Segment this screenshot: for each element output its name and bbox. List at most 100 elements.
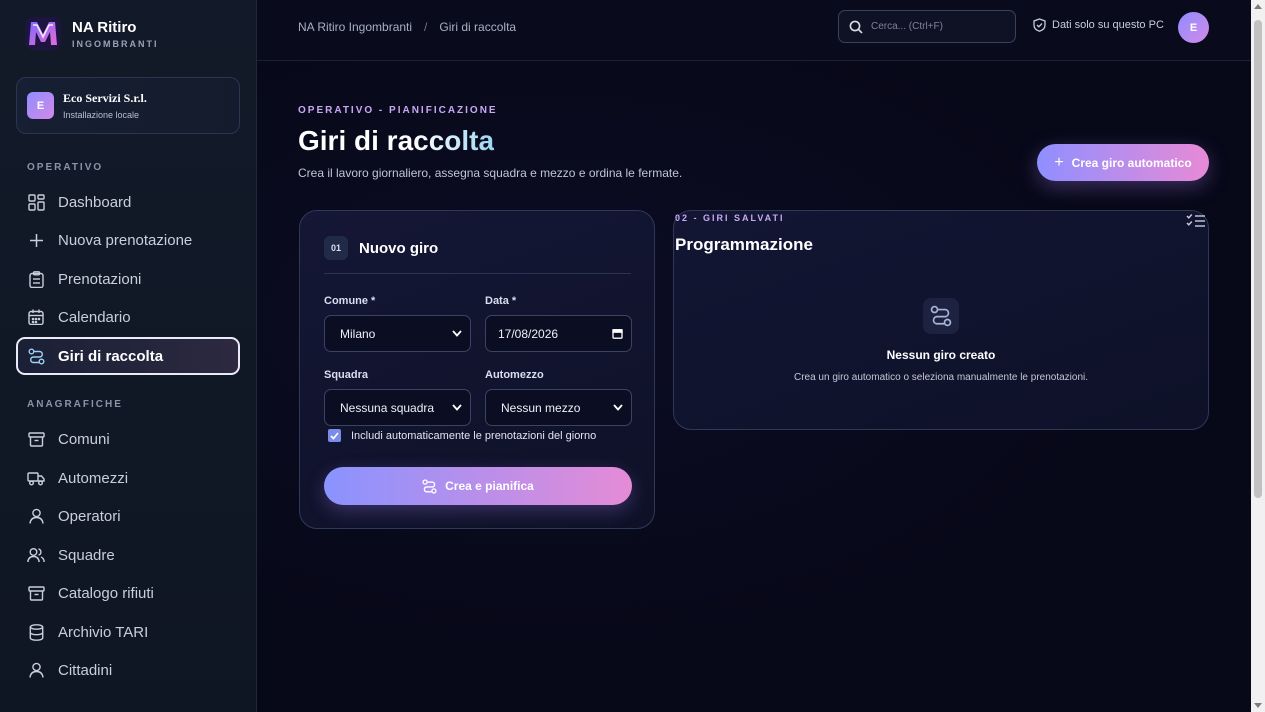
new-route-title: Nuovo giro xyxy=(359,239,439,257)
card-divider xyxy=(324,273,631,274)
brand-logo-icon xyxy=(25,17,61,50)
automezzo-select[interactable]: Nessun mezzo xyxy=(485,389,632,426)
breadcrumb-item-home[interactable]: NA Ritiro Ingombranti xyxy=(298,20,412,34)
automezzo-value: Nessun mezzo xyxy=(501,400,581,415)
search-box[interactable] xyxy=(838,10,1016,43)
squadra-value: Nessuna squadra xyxy=(340,400,435,415)
breadcrumb-separator: / xyxy=(424,20,428,34)
scroll-thumb[interactable] xyxy=(1254,20,1262,498)
search-input[interactable] xyxy=(871,21,1011,32)
sidebar-item-label: Nuova prenotazione xyxy=(58,231,193,249)
squadra-label: Squadra xyxy=(324,369,369,381)
sidebar-item-label: Comuni xyxy=(58,430,110,448)
create-and-plan-label: Crea e pianifica xyxy=(445,479,534,493)
sidebar-item-label: Dashboard xyxy=(58,193,132,211)
sidebar-item-giri-di-raccolta[interactable]: Giri di raccolta xyxy=(16,337,240,375)
calendar-icon xyxy=(27,308,45,326)
empty-route-icon xyxy=(923,298,959,334)
sidebar-item-label: Archivio TARI xyxy=(58,623,149,641)
plus-icon xyxy=(27,231,45,249)
sidebar-item-archivio-tari[interactable]: Archivio TARI xyxy=(16,613,240,651)
include-bookings-option[interactable]: Includi automaticamente le prenotazioni … xyxy=(328,429,596,442)
sidebar-item-label: Calendario xyxy=(58,308,131,326)
list-check-icon[interactable] xyxy=(1186,213,1206,234)
sidebar-item-label: Catalogo rifiuti xyxy=(58,584,154,602)
page-title: Giri di raccolta xyxy=(298,125,495,156)
archive-icon xyxy=(27,584,45,602)
local-data-indicator: Dati solo su questo PC xyxy=(1033,18,1164,32)
clipboard-icon xyxy=(27,270,45,288)
chevron-down-icon xyxy=(452,404,462,411)
scroll-up-icon[interactable] xyxy=(1254,4,1262,9)
main-content: OPERATIVO - PIANIFICAZIONE Giri di racco… xyxy=(257,61,1251,712)
comune-value: Milano xyxy=(340,326,376,341)
include-bookings-checkbox[interactable] xyxy=(328,429,341,442)
page-eyebrow: OPERATIVO - PIANIFICAZIONE xyxy=(298,105,498,116)
section-anagrafiche: ANAGRAFICHE xyxy=(27,399,123,410)
dashboard-icon xyxy=(27,193,45,211)
squadra-select[interactable]: Nessuna squadra xyxy=(324,389,471,426)
org-subtitle: Installazione locale xyxy=(63,110,140,120)
search-icon xyxy=(849,20,863,34)
org-avatar: E xyxy=(27,92,54,119)
new-route-card: 01 Nuovo giro Comune * Milano Data * 17/… xyxy=(299,210,655,529)
sidebar-item-automezzi[interactable]: Automezzi xyxy=(16,459,240,497)
sidebar-item-nuova-prenotazione[interactable]: Nuova prenotazione xyxy=(16,221,240,259)
shield-check-icon xyxy=(1033,18,1046,32)
calendar-icon xyxy=(612,328,623,339)
user-icon xyxy=(27,507,45,525)
sidebar-item-label: Cittadini xyxy=(58,661,113,679)
breadcrumb: NA Ritiro Ingombranti / Giri di raccolta xyxy=(298,20,516,34)
step-number-badge: 01 xyxy=(324,236,348,260)
sidebar: NA Ritiro INGOMBRANTI E Eco Servizi S.r.… xyxy=(0,0,257,712)
sidebar-item-squadre[interactable]: Squadre xyxy=(16,536,240,574)
brand[interactable]: NA Ritiro INGOMBRANTI xyxy=(25,17,159,50)
page-scrollbar[interactable] xyxy=(1251,0,1265,712)
empty-state-title: Nessun giro creato xyxy=(886,348,996,362)
sidebar-item-comuni[interactable]: Comuni xyxy=(16,420,240,458)
create-auto-route-button[interactable]: + Crea giro automatico xyxy=(1037,144,1209,181)
sidebar-item-label: Prenotazioni xyxy=(58,270,142,288)
users-icon xyxy=(27,546,45,564)
comune-label: Comune * xyxy=(324,295,376,307)
archive-icon xyxy=(27,430,45,448)
sidebar-item-catalogo-rifiuti[interactable]: Catalogo rifiuti xyxy=(16,574,240,612)
saved-routes-card: 02 - GIRI SALVATI Programmazione Nessun … xyxy=(673,210,1209,430)
saved-routes-title: Programmazione xyxy=(675,235,813,254)
sidebar-item-label: Squadre xyxy=(58,546,115,564)
org-switcher[interactable]: E Eco Servizi S.r.l. Installazione local… xyxy=(16,77,240,134)
plus-icon: + xyxy=(1054,153,1064,171)
comune-select[interactable]: Milano xyxy=(324,315,471,352)
page-subtitle: Crea il lavoro giornaliero, assegna squa… xyxy=(298,166,683,180)
org-name: Eco Servizi S.r.l. xyxy=(63,91,147,105)
sidebar-item-dashboard[interactable]: Dashboard xyxy=(16,183,240,221)
route-icon xyxy=(27,347,45,365)
create-and-plan-button[interactable]: Crea e pianifica xyxy=(324,467,632,505)
sidebar-item-label: Automezzi xyxy=(58,469,129,487)
automezzo-label: Automezzo xyxy=(485,369,544,381)
sidebar-item-calendario[interactable]: Calendario xyxy=(16,298,240,336)
breadcrumb-item-current: Giri di raccolta xyxy=(439,20,517,34)
section-operativo: OPERATIVO xyxy=(27,162,104,173)
saved-routes-eyebrow: 02 - GIRI SALVATI xyxy=(675,213,785,223)
date-input[interactable]: 17/08/2026 xyxy=(485,315,632,352)
scroll-down-icon[interactable] xyxy=(1254,703,1262,708)
data-label: Data * xyxy=(485,295,517,307)
sidebar-item-label: Operatori xyxy=(58,507,121,525)
create-auto-route-label: Crea giro automatico xyxy=(1071,155,1192,170)
database-icon xyxy=(27,623,45,641)
check-icon xyxy=(330,431,339,440)
chevron-down-icon xyxy=(613,404,623,411)
sidebar-item-operatori[interactable]: Operatori xyxy=(16,497,240,535)
truck-icon xyxy=(27,469,45,487)
brand-name: NA Ritiro xyxy=(72,18,137,36)
local-data-label: Dati solo su questo PC xyxy=(1052,19,1164,31)
sidebar-item-cittadini[interactable]: Cittadini xyxy=(16,651,240,689)
sidebar-item-label: Giri di raccolta xyxy=(58,347,164,365)
top-header: NA Ritiro Ingombranti / Giri di raccolta… xyxy=(257,0,1251,61)
user-avatar[interactable]: E xyxy=(1178,12,1209,43)
route-icon xyxy=(422,478,437,494)
empty-state-subtitle: Crea un giro automatico o seleziona manu… xyxy=(793,372,1089,383)
sidebar-item-prenotazioni[interactable]: Prenotazioni xyxy=(16,260,240,298)
date-value: 17/08/2026 xyxy=(498,326,559,341)
